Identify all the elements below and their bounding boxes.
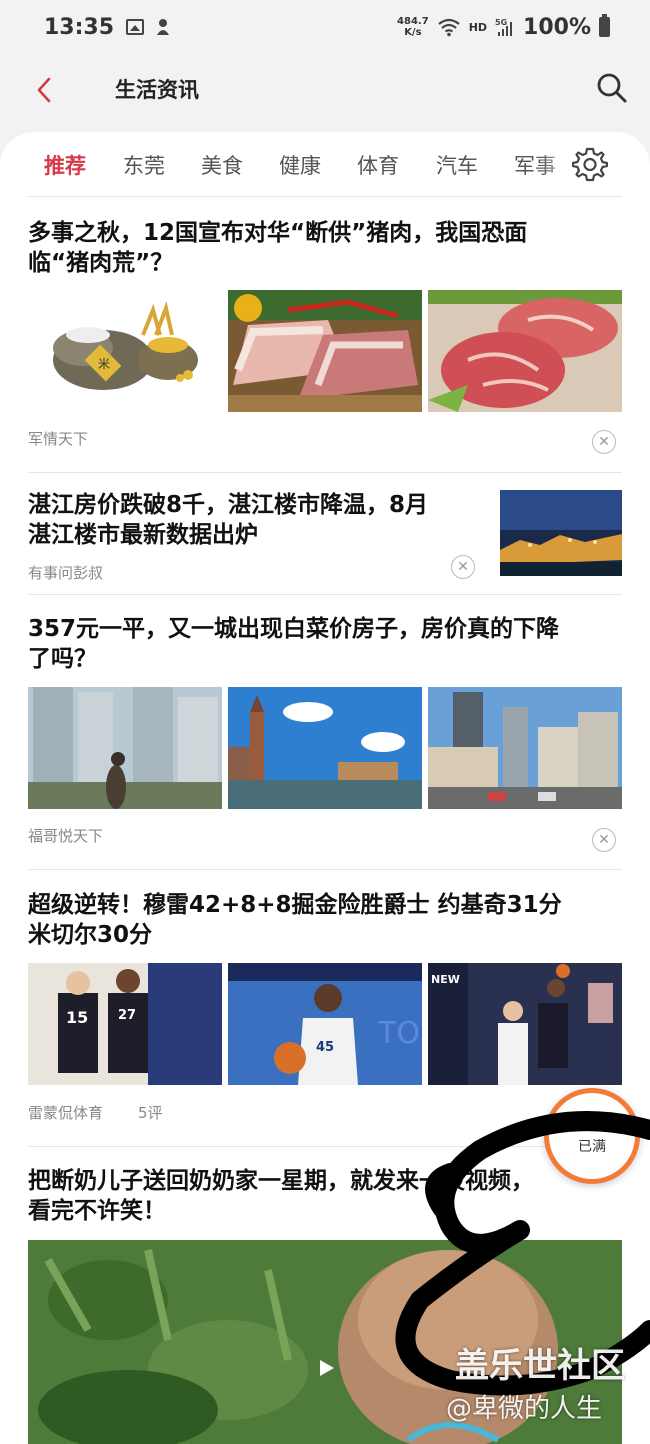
- close-icon: ✕: [598, 832, 610, 848]
- comment-count[interactable]: 5评: [138, 1102, 163, 1123]
- search-icon: [597, 73, 627, 103]
- gear-icon: [571, 147, 609, 182]
- tab-sports[interactable]: 体育: [357, 150, 399, 180]
- close-icon: ✕: [598, 434, 610, 450]
- wifi-icon: [438, 18, 460, 37]
- article-image-city-night[interactable]: [500, 490, 622, 576]
- article-title[interactable]: 357元一平，又一城出现白菜价房子，房价真的下降 了吗？: [28, 614, 622, 674]
- dismiss-article-button[interactable]: ✕: [592, 430, 616, 454]
- search-button[interactable]: [594, 70, 630, 106]
- tab-food[interactable]: 美食: [201, 150, 243, 180]
- battery-percentage: 100%: [523, 14, 591, 40]
- svg-text:5G: 5G: [495, 18, 507, 27]
- play-icon[interactable]: [318, 1358, 336, 1378]
- article-image-jazz-player[interactable]: TO 45: [228, 963, 422, 1085]
- article-image-basketball-players[interactable]: 15 27: [28, 963, 222, 1085]
- tab-settings-button[interactable]: [571, 146, 609, 182]
- app-notification-icon: [157, 19, 170, 35]
- category-tabs: 推荐 东莞 美食 健康 体育 汽车 军事: [0, 132, 650, 196]
- svg-text:27: 27: [118, 1008, 136, 1023]
- news-feed-card: 推荐 东莞 美食 健康 体育 汽车 军事 多事之秋，12国宣布对华“断供”猪肉，…: [0, 132, 650, 1444]
- article-title[interactable]: 超级逆转！穆雷42+8+8掘金险胜爵士 约基奇31分 米切尔30分: [28, 890, 622, 950]
- article-image-apartment-towers[interactable]: [28, 687, 222, 809]
- status-time: 13:35: [44, 14, 115, 40]
- article-image-raw-pork[interactable]: [428, 290, 622, 412]
- page-title: 生活资讯: [115, 78, 199, 102]
- watermark-username: @卑微的人生: [446, 1394, 603, 1424]
- article-title[interactable]: 把断奶儿子送回奶奶家一星期，就发来一段视频， 看完不许笑！: [28, 1166, 622, 1226]
- back-arrow-icon: [37, 77, 51, 103]
- app-header: 生活资讯: [0, 54, 650, 126]
- hd-indicator: HD: [468, 20, 488, 34]
- svg-text:TO: TO: [377, 1016, 420, 1051]
- daily-reward-badge[interactable]: 今日 已满: [544, 1088, 640, 1184]
- article-image-harbor-tower[interactable]: [228, 687, 422, 809]
- article-source[interactable]: 军情天下: [28, 428, 88, 449]
- article-title[interactable]: 多事之秋，12国宣布对华“断供”猪肉，我国恐面 临“猪肉荒”？: [28, 218, 622, 278]
- article-title[interactable]: 湛江房价跌破8千，湛江楼市降温，8月 湛江楼市最新数据出炉: [28, 490, 478, 550]
- article-image-pork-slices[interactable]: [228, 290, 422, 412]
- article-source[interactable]: 有事问彭叔: [28, 562, 103, 583]
- article-source[interactable]: 福哥悦天下: [28, 825, 103, 846]
- dismiss-article-button[interactable]: ✕: [592, 828, 616, 852]
- watermark-community: 盖乐世社区: [455, 1346, 625, 1386]
- tab-health[interactable]: 健康: [279, 150, 321, 180]
- svg-text:米: 米: [98, 357, 110, 371]
- network-speed: 484.7 K/s: [397, 16, 429, 38]
- tab-auto[interactable]: 汽车: [436, 150, 478, 180]
- article-image-basketball-game[interactable]: NEW: [428, 963, 622, 1085]
- article-image-grain-sacks[interactable]: 米: [28, 290, 222, 412]
- signal-5g-icon: 5G: [495, 18, 513, 36]
- svg-text:45: 45: [316, 1040, 334, 1055]
- close-icon: ✕: [457, 559, 469, 575]
- status-bar: 13:35 484.7 K/s HD 5G 100%: [0, 0, 650, 54]
- svg-text:NEW: NEW: [431, 973, 460, 986]
- tab-recommend[interactable]: 推荐: [44, 150, 86, 180]
- battery-icon: [599, 14, 610, 37]
- article-image-construction-site[interactable]: [428, 687, 622, 809]
- svg-text:15: 15: [66, 1008, 88, 1027]
- gallery-notification-icon: [126, 19, 145, 35]
- dismiss-article-button[interactable]: ✕: [451, 555, 475, 579]
- article-source[interactable]: 雷蒙侃体育: [28, 1102, 103, 1123]
- back-button[interactable]: [26, 72, 62, 108]
- tab-dongguan[interactable]: 东莞: [123, 150, 165, 180]
